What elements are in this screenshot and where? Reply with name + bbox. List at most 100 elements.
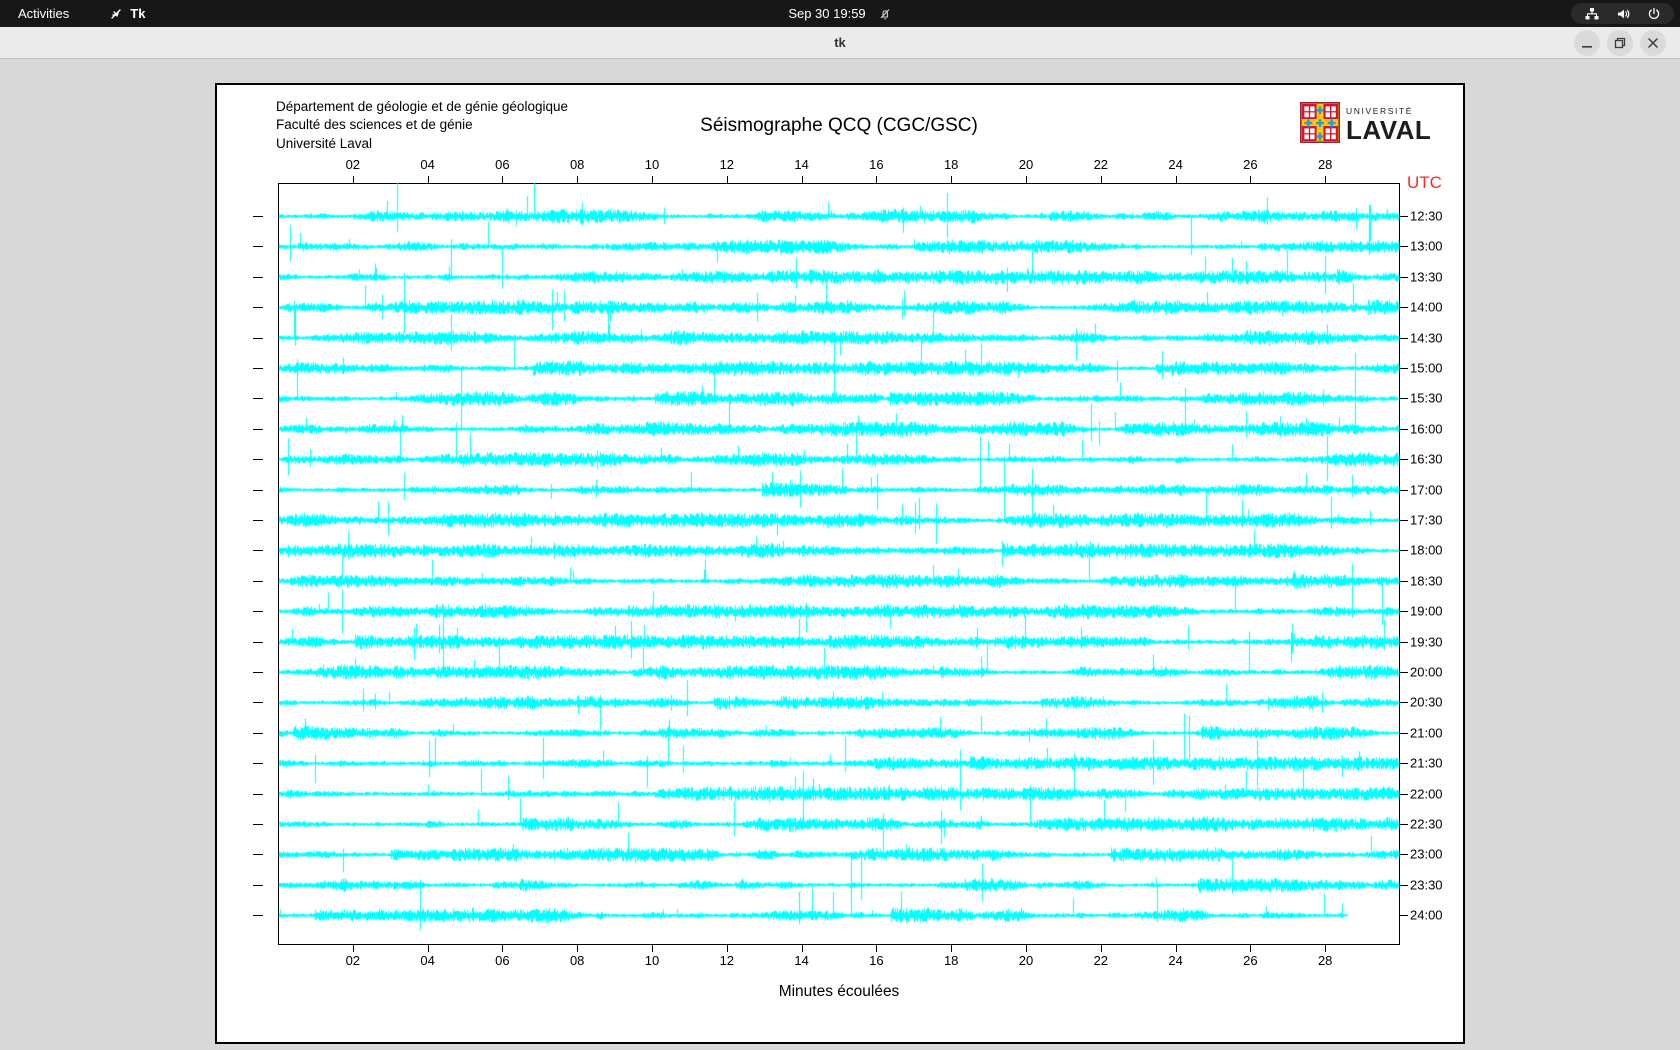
utc-time-label: 13:00 [1410, 238, 1443, 254]
utc-time-label: 17:00 [1410, 482, 1443, 498]
row-tick-right [1400, 550, 1408, 552]
x-tick-label-top: 20 [1018, 157, 1034, 172]
volume-icon [1616, 7, 1631, 21]
row-tick-right [1400, 672, 1408, 673]
x-tick-label-bottom: 14 [794, 953, 809, 968]
system-top-bar: Activities Tk Sep 30 19:59 [0, 0, 1680, 27]
utc-time-label: 14:30 [1410, 330, 1443, 346]
x-tick-label-top: 10 [644, 157, 660, 172]
row-tick-right [1400, 702, 1408, 704]
row-tick-left [253, 337, 263, 339]
row-tick-left [253, 550, 263, 552]
x-tick-label-bottom: 10 [644, 953, 660, 968]
close-button[interactable] [1640, 29, 1666, 56]
row-tick-left [253, 611, 263, 613]
x-tick-bottom [352, 945, 354, 952]
system-tray[interactable] [1571, 3, 1674, 24]
row-tick-left [253, 793, 263, 795]
clock-button[interactable]: Sep 30 19:59 [788, 6, 865, 21]
utc-time-label: 21:30 [1410, 755, 1443, 771]
window-titlebar[interactable]: tk [0, 27, 1680, 59]
x-tick-label-top: 28 [1317, 157, 1333, 172]
x-tick-bottom [726, 945, 728, 952]
utc-time-label: 15:30 [1410, 390, 1443, 406]
row-tick-left [253, 672, 263, 673]
x-tick-label-bottom: 24 [1168, 953, 1183, 968]
row-tick-right [1400, 216, 1408, 217]
row-tick-left [253, 580, 263, 582]
power-icon [1647, 7, 1661, 21]
x-tick-label-bottom: 26 [1243, 953, 1258, 968]
window-content: Département de géologie et de génie géol… [0, 59, 1680, 1050]
maximize-button[interactable] [1607, 29, 1633, 56]
utc-time-label: 15:00 [1410, 360, 1443, 376]
utc-label: UTC [1407, 173, 1442, 192]
utc-time-label: 19:00 [1410, 603, 1443, 619]
x-tick-bottom [427, 945, 429, 952]
x-tick-top [577, 176, 579, 183]
utc-time-label: 24:00 [1410, 907, 1443, 923]
row-tick-left [253, 489, 263, 491]
row-tick-left [253, 702, 263, 704]
row-tick-left [253, 824, 263, 825]
x-tick-label-top: 26 [1243, 157, 1258, 172]
utc-time-label: 16:00 [1410, 421, 1443, 437]
x-tick-bottom [502, 945, 504, 952]
x-tick-bottom [1250, 945, 1252, 952]
row-tick-right [1400, 337, 1408, 339]
x-tick-bottom [577, 945, 579, 952]
row-tick-right [1400, 854, 1408, 856]
universite-laval-logo: UNIVERSITÉ LAVAL [1300, 102, 1431, 148]
row-tick-right [1400, 732, 1408, 734]
x-tick-label-top: 04 [420, 157, 435, 172]
x-tick-label-top: 18 [943, 157, 959, 172]
x-tick-label-top: 22 [1093, 157, 1109, 172]
row-tick-left [253, 398, 263, 400]
row-tick-left [253, 246, 263, 248]
utc-time-label: 14:00 [1410, 299, 1443, 315]
x-tick-top [1175, 176, 1177, 183]
row-tick-left [253, 428, 263, 430]
utc-time-label: 16:30 [1410, 451, 1443, 467]
utc-time-label: 22:00 [1410, 786, 1443, 802]
row-tick-left [253, 307, 263, 309]
row-tick-right [1400, 428, 1408, 430]
x-tick-top [1026, 176, 1027, 183]
utc-time-label: 21:00 [1410, 725, 1443, 741]
x-tick-bottom [1100, 945, 1102, 952]
x-tick-label-bottom: 06 [495, 953, 510, 968]
x-tick-bottom [652, 945, 653, 952]
x-axis-title: Minutes écoulées [778, 983, 900, 1000]
row-tick-right [1400, 763, 1408, 765]
x-tick-label-bottom: 22 [1093, 953, 1109, 968]
x-tick-label-bottom: 20 [1018, 953, 1034, 968]
x-tick-label-top: 24 [1168, 157, 1183, 172]
row-tick-right [1400, 884, 1408, 886]
utc-time-label: 23:00 [1410, 846, 1443, 862]
notifications-muted-bell-icon [878, 7, 892, 21]
row-tick-right [1400, 824, 1408, 825]
row-tick-right [1400, 459, 1408, 461]
seismogram-traces [278, 183, 1400, 945]
laval-shield-icon [1300, 102, 1341, 148]
utc-time-label: 17:30 [1410, 512, 1443, 528]
row-tick-right [1400, 368, 1408, 369]
minimize-button[interactable] [1574, 29, 1600, 56]
utc-time-label: 20:30 [1410, 694, 1443, 710]
utc-time-label: 19:30 [1410, 634, 1443, 650]
row-tick-left [253, 368, 263, 369]
x-tick-top [1100, 176, 1102, 183]
x-tick-top [352, 176, 354, 183]
x-tick-label-bottom: 12 [719, 953, 735, 968]
seismograph-canvas: Département de géologie et de génie géol… [215, 83, 1465, 1044]
utc-time-label: 18:00 [1410, 542, 1443, 558]
institution-line-3: Université Laval [276, 135, 373, 151]
x-tick-label-top: 16 [869, 157, 884, 172]
row-tick-right [1400, 580, 1408, 582]
x-tick-bottom [951, 945, 953, 952]
row-tick-right [1400, 276, 1408, 278]
x-tick-label-top: 02 [345, 157, 361, 172]
row-tick-left [253, 276, 263, 278]
desktop-screen: Activities Tk Sep 30 19:59 tk Départemen… [0, 0, 1680, 1050]
x-tick-label-top: 06 [495, 157, 510, 172]
